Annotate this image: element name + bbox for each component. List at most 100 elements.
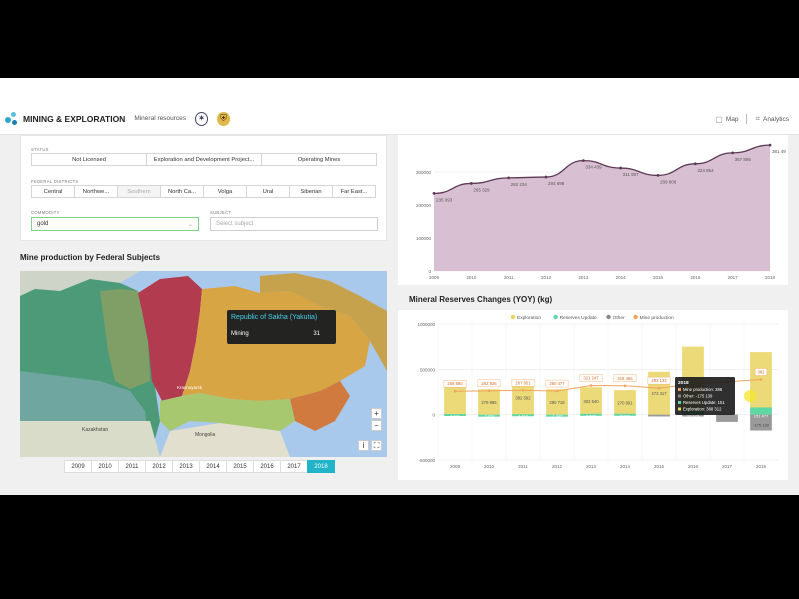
x-tick-label: 2012 [552, 464, 563, 469]
legend-marker [633, 314, 638, 320]
area-point [544, 175, 548, 179]
year-button[interactable]: 2015 [226, 460, 254, 473]
area-data-label: 282 234 [511, 182, 528, 187]
other-bar [648, 414, 670, 417]
x-tick-label: 2017 [728, 275, 739, 280]
x-tick-label: 2009 [429, 275, 440, 280]
district-central-button[interactable]: Central [31, 185, 75, 198]
exploration-data-label: 382 592 [515, 395, 531, 400]
area-chart-panel: 0 100000 200000 300000 235 093 2009 265 329 201… [398, 135, 788, 285]
analytics-label: Analytics [762, 115, 789, 123]
update-data-label: 9 573 [586, 414, 597, 419]
district-north-caucasus-button[interactable]: North Ca... [160, 185, 204, 198]
x-tick-label: 2015 [653, 275, 664, 280]
mine-production-data-label: 293 133 [651, 378, 667, 383]
dashboard: MINING & EXPLORATION Mineral resources ✶… [0, 103, 799, 495]
year-button[interactable]: 2010 [91, 460, 119, 473]
brand-logo[interactable]: MINING & EXPLORATION [5, 111, 126, 126]
bar-tooltip-line: Mine production: 388 [683, 387, 723, 392]
area-data-label: 289 808 [660, 179, 677, 184]
x-tick-label: 2010 [484, 464, 495, 469]
status-exploration-button[interactable]: Exploration and Development Project... [146, 153, 262, 166]
area-point [656, 173, 660, 177]
district-siberian-button[interactable]: Siberian [289, 185, 333, 198]
map-place-krasnoyarsk: Krasnoyarsk [177, 385, 203, 390]
legend-marker [510, 314, 516, 320]
subject-select[interactable]: Select subject [210, 217, 378, 231]
commodity-select[interactable]: gold ⌄ [31, 217, 199, 231]
regions-map[interactable]: Krasnoyarsk Kazakhstan Mongolia Republic… [20, 271, 387, 457]
mine-production-point [453, 389, 457, 393]
area-data-label: 381 49 [772, 149, 786, 154]
info-icon[interactable]: i [358, 440, 369, 451]
other-data-label: -175 139 [753, 423, 770, 428]
mine-production-point [555, 389, 559, 393]
zoom-in-button[interactable]: + [371, 408, 382, 419]
district-buttons: Central Northwe... Southern North Ca... … [31, 185, 376, 198]
y-tick-label: -500000 [418, 458, 435, 463]
mine-production-data-label: 318 455 [617, 376, 633, 381]
y-tick-label: 0 [432, 413, 435, 418]
district-northwest-button[interactable]: Northwe... [74, 185, 118, 198]
area-point [507, 176, 511, 180]
eagle-emblem-icon: ✶ [195, 111, 208, 126]
y-tick-label: 300000 [416, 170, 432, 175]
region-tooltip: Republic of Sakha (Yakutia) Mining 31 [227, 310, 336, 344]
year-button-selected[interactable]: 2018 [307, 460, 335, 473]
year-button[interactable]: 2012 [145, 460, 173, 473]
y-tick-label: 200000 [416, 203, 432, 208]
exploration-bar [750, 352, 772, 415]
mine-production-point [521, 389, 525, 392]
section-subtitle[interactable]: Mineral resources [134, 115, 186, 122]
zoom-out-button[interactable]: − [371, 420, 382, 431]
mine-production-point [623, 384, 627, 388]
x-tick-label: 2016 [688, 464, 699, 469]
reserves-chart-panel: Exploration Reserves Update Other Mine prod… [398, 310, 788, 480]
mine-production-data-label: 267 951 [515, 380, 531, 385]
mine-production-data-label: 260 477 [549, 381, 565, 386]
status-not-licensed-button[interactable]: Not Licensed [31, 153, 147, 166]
letterbox-top [0, 0, 799, 78]
reserves-bar-chart: Exploration Reserves Update Other Mine prod… [417, 314, 778, 469]
area-point [432, 192, 436, 195]
header-divider [746, 114, 748, 124]
top-header: MINING & EXPLORATION Mineral resources ✶… [0, 103, 799, 135]
year-button[interactable]: 2011 [118, 460, 146, 473]
legend-marker [606, 314, 611, 320]
logo-dots-icon [5, 111, 19, 126]
year-button[interactable]: 2016 [253, 460, 281, 473]
area-data-label: 284 698 [548, 181, 565, 186]
status-operating-button[interactable]: Operating Mines [261, 153, 377, 166]
area-point [731, 151, 735, 155]
area-data-label: 311 907 [623, 172, 639, 177]
x-tick-label: 2011 [518, 464, 528, 469]
area-data-label: 324 854 [697, 168, 714, 173]
year-button[interactable]: 2014 [199, 460, 227, 473]
district-far-east-button[interactable]: Far East... [332, 185, 376, 198]
fullscreen-icon[interactable]: ⛶ [371, 440, 382, 451]
year-button[interactable]: 2009 [64, 460, 92, 473]
map-title: Mine production by Federal Subjects [20, 253, 161, 262]
bar-tooltip-swatch [678, 401, 681, 404]
district-ural-button[interactable]: Ural [246, 185, 290, 198]
area-point [619, 166, 623, 170]
production-area-chart: 0 100000 200000 300000 235 093 2009 265 329 201… [416, 143, 786, 280]
reserves-title: Mineral Reserves Changes (YOY) (kg) [409, 295, 553, 304]
exploration-data-label: 280 718 [549, 400, 565, 405]
mine-production-point [589, 384, 593, 387]
district-volga-button[interactable]: Volga [203, 185, 247, 198]
analytics-icon: ⌗ [755, 114, 760, 123]
district-southern-button[interactable]: Southern [117, 185, 161, 198]
year-button[interactable]: 2017 [280, 460, 308, 473]
bar-tooltip-swatch [678, 394, 681, 398]
x-tick-label: 2018 [765, 275, 776, 280]
map-nav-link[interactable]: ▢ Map [715, 115, 738, 124]
bar-tooltip-year: 2018 [678, 380, 689, 386]
mine-production-data-label: 382 [758, 369, 766, 374]
x-tick-label: 2015 [654, 464, 665, 469]
area-data-label: 357 895 [735, 157, 752, 162]
brand-title: MINING & EXPLORATION [23, 113, 126, 124]
year-button[interactable]: 2013 [172, 460, 200, 473]
analytics-nav-link[interactable]: ⌗ Analytics [755, 114, 789, 124]
mine-production-point [759, 378, 763, 381]
